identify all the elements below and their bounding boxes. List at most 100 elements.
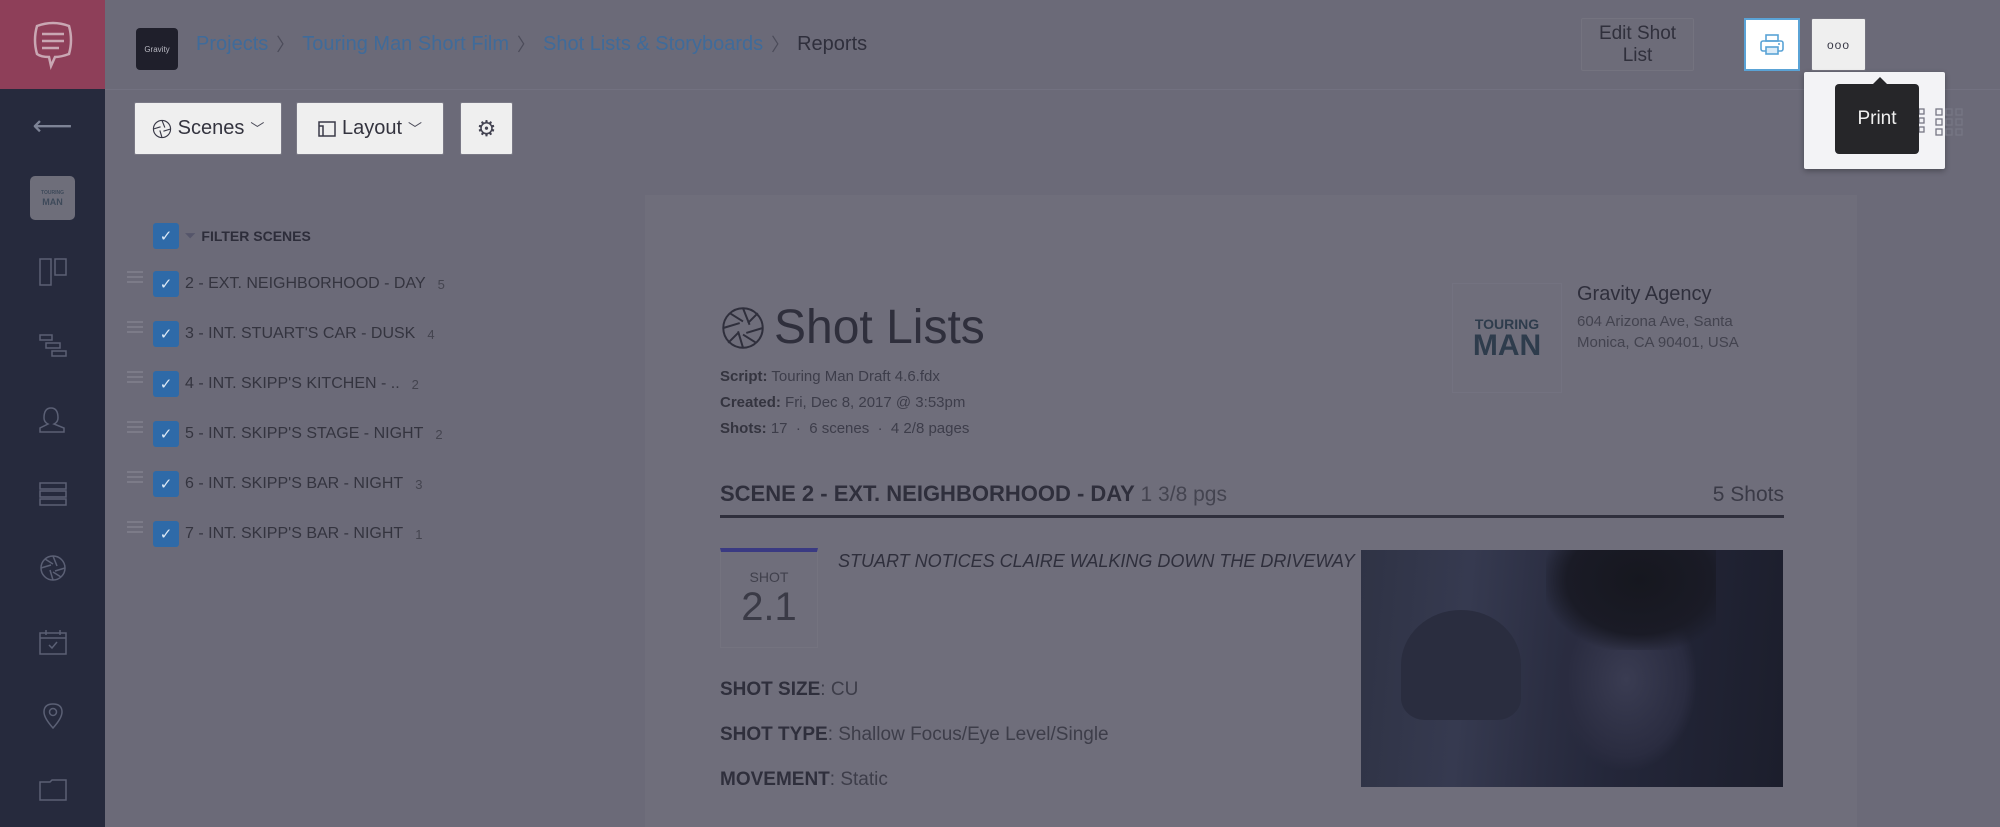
shot-number-badge: SHOT 2.1 [720,548,818,648]
shot-type-field: SHOT TYPE: Shallow Focus/Eye Level/Singl… [720,724,1109,745]
shot-number: 2.1 [741,585,797,629]
drag-handle-icon[interactable] [127,471,143,483]
sidebar-item-project[interactable]: TOURING MAN [0,161,105,235]
contacts-icon [38,407,65,433]
breadcrumb-current: Reports [797,32,868,55]
scene-checkbox[interactable]: ✓ [153,321,179,347]
agency-logo: TOURING MAN [1452,283,1562,393]
project-thumbnail: TOURING MAN [30,176,75,220]
project-thumb-line2: MAN [42,197,63,207]
shot-type-value: Shallow Focus/Eye Level/Single [838,724,1109,745]
scene-checkbox[interactable]: ✓ [153,471,179,497]
filter-all-checkbox[interactable]: ✓ [153,223,179,249]
app-logo[interactable] [0,0,105,89]
shot-description: STUART NOTICES CLAIRE WALKING DOWN THE D… [838,551,1355,571]
stripboard-icon [38,334,67,357]
report-title-text: Shot Lists [774,301,985,354]
drag-handle-icon[interactable] [127,521,143,533]
filter-scenes-title: FILTER SCENES [201,228,311,244]
scene-filter-item[interactable]: ✓ 4 - INT. SKIPP'S KITCHEN - .. 2 [127,371,419,397]
scene-filter-item[interactable]: ✓ 5 - INT. SKIPP'S STAGE - NIGHT 2 [127,421,443,447]
layout-dropdown[interactable]: Layout ﹀ [296,102,444,155]
scene-filter-label: 4 - INT. SKIPP'S KITCHEN - .. [185,375,400,392]
shot-label: SHOT [749,569,789,585]
gear-icon: ⚙ [476,115,497,141]
layout-dropdown-label: Layout [341,117,403,139]
sidebar-item-board[interactable] [0,235,105,309]
scene-pages: 1 3/8 pgs [1140,483,1227,506]
shots-value: 17 [770,420,788,437]
company-logo-text: Gravity [144,44,170,54]
scene-checkbox[interactable]: ✓ [153,521,179,547]
sidebar-item-files[interactable] [0,753,105,827]
chevron-right-icon: 〉 [276,35,295,55]
company-logo[interactable]: Gravity [136,28,178,70]
back-arrow-icon: ⟵ [32,109,73,141]
sidebar-item-stripboard[interactable] [0,309,105,383]
scene-filter-item[interactable]: ✓ 3 - INT. STUART'S CAR - DUSK 4 [127,321,435,347]
movement-label: MOVEMENT [720,769,830,790]
scene-heading: SCENE 2 - EXT. NEIGHBORHOOD - DAY 1 3/8 … [720,481,1784,515]
scene-checkbox[interactable]: ✓ [153,371,179,397]
scene-checkbox[interactable]: ✓ [153,421,179,447]
scenes-dropdown[interactable]: Scenes ﹀ [134,102,282,155]
agency-name: Gravity Agency [1577,283,1712,305]
scene-shot-count: 5 [437,276,445,292]
more-options-button[interactable]: ooo [1811,18,1866,71]
breakdown-list-icon [38,482,67,506]
printer-icon [1760,33,1784,55]
aperture-icon [722,306,764,349]
sidebar-item-locations[interactable] [0,679,105,753]
breadcrumb-projects[interactable]: Projects [196,33,268,56]
created-value: Fri, Dec 8, 2017 @ 3:53pm [785,394,966,411]
drag-handle-icon[interactable] [127,371,143,383]
chevron-down-icon: ﹀ [408,120,423,137]
drag-handle-icon[interactable] [127,321,143,333]
drag-handle-icon[interactable] [127,421,143,433]
edit-shot-list-button[interactable]: Edit Shot List [1581,18,1694,71]
image-hair-shape [1546,550,1716,650]
layout-icon [318,120,336,137]
shot-size-label: SHOT SIZE [720,679,821,700]
shots-meta: Shots: 17 · 6 scenes · 4 2/8 pages [720,420,970,437]
script-meta: Script: Touring Man Draft 4.6.fdx [720,368,940,385]
scene-filter-label: 7 - INT. SKIPP'S BAR - NIGHT [185,525,404,542]
sidebar-item-contacts[interactable] [0,383,105,457]
view-grid-icon[interactable] [1935,108,1963,136]
report-title: Shot Lists [720,300,985,355]
sidebar-item-calendar[interactable] [0,605,105,679]
sidebar-item-breakdown[interactable] [0,457,105,531]
scene-filter-label: 5 - INT. SKIPP'S STAGE - NIGHT [185,425,424,442]
report-document: Shot Lists Script: Touring Man Draft 4.6… [645,195,1857,827]
scene-shot-count: 2 [435,426,443,442]
back-button[interactable]: ⟵ [0,89,105,161]
scene-filter-item[interactable]: ✓ 7 - INT. SKIPP'S BAR - NIGHT 1 [127,521,422,547]
scene-filter-label: 3 - INT. STUART'S CAR - DUSK [185,325,416,342]
scene-shot-count: 5 Shots [1712,483,1784,506]
chevron-right-icon: 〉 [517,35,535,55]
filter-scenes-header: ✓ ⏷ FILTER SCENES [153,223,311,249]
breadcrumb-shot-lists[interactable]: Shot Lists & Storyboards [543,33,763,56]
breadcrumb-project[interactable]: Touring Man Short Film [302,33,509,56]
board-icon [38,258,67,286]
settings-button[interactable]: ⚙ [460,102,513,155]
sidebar-item-shotlist[interactable] [0,531,105,605]
report-toolbar: Scenes ﹀ Layout ﹀ ⚙ [105,89,2000,165]
drag-handle-icon[interactable] [127,271,143,283]
image-seat-shape [1401,610,1521,720]
scene-filter-item[interactable]: ✓ 6 - INT. SKIPP'S BAR - NIGHT 3 [127,471,422,497]
top-bar: Gravity Projects 〉 Touring Man Short Fil… [105,0,2000,89]
scene-filter-panel: ✓ ⏷ FILTER SCENES ✓ 2 - EXT. NEIGHBORHOOD… [105,165,501,827]
scene-filter-label: 2 - EXT. NEIGHBORHOOD - DAY [185,275,426,292]
agency-logo-line2: MAN [1472,329,1542,362]
chevron-right-icon: 〉 [771,35,790,55]
scene-checkbox[interactable]: ✓ [153,271,179,297]
chevron-down-icon: ﹀ [250,120,265,137]
print-button[interactable] [1744,18,1800,71]
scenes-count: 6 scenes [809,420,870,437]
shot-storyboard-image[interactable] [1361,550,1783,787]
created-meta: Created: Fri, Dec 8, 2017 @ 3:53pm [720,394,965,411]
scene-filter-item[interactable]: ✓ 2 - EXT. NEIGHBORHOOD - DAY 5 [127,271,445,297]
breadcrumb: Projects 〉 Touring Man Short Film 〉 Shot… [196,31,867,57]
scene-shot-count: 4 [427,326,435,342]
